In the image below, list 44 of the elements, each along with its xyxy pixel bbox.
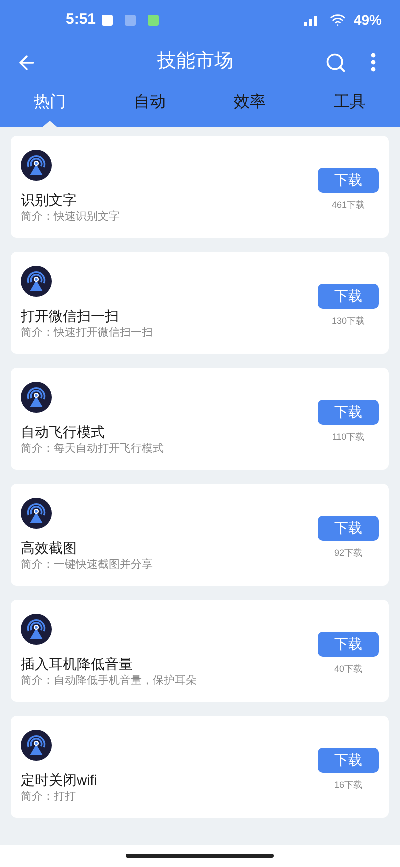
category-tab[interactable]: 效率 (200, 85, 300, 127)
skill-name: 插入耳机降低音量 (21, 654, 134, 672)
download-count: 130下载 (332, 314, 366, 328)
download-count: 110下载 (332, 430, 365, 444)
app-notification-icon (102, 14, 114, 26)
more-icon (371, 53, 376, 72)
skill-description: 简介：自动降低手机音量，保护耳朵 (21, 674, 198, 688)
skill-name: 定时关闭wifi (21, 770, 98, 788)
download-button[interactable]: 下载 (318, 632, 379, 657)
search-button[interactable] (325, 52, 347, 74)
broadcast-tower-icon (21, 614, 52, 644)
wifi-icon (330, 12, 346, 28)
download-count: 92下载 (334, 546, 362, 560)
download-button[interactable]: 下载 (318, 168, 379, 193)
status-time: 5:51 (66, 10, 96, 30)
skill-description: 简介：打打 (21, 790, 77, 804)
category-tab[interactable]: 热门 (0, 85, 100, 127)
category-tab[interactable]: 工具 (300, 85, 400, 127)
download-button[interactable]: 下载 (318, 516, 379, 541)
skill-description: 简介：每天自动打开飞行模式 (21, 442, 165, 456)
skill-description: 简介：快速识别文字 (21, 210, 121, 224)
broadcast-tower-icon (21, 730, 52, 760)
broadcast-tower-icon (21, 498, 52, 528)
download-count: 461下载 (332, 198, 366, 212)
skill-name: 自动飞行模式 (21, 422, 106, 440)
broadcast-tower-icon (21, 150, 52, 180)
skill-name: 识别文字 (21, 190, 78, 208)
download-button[interactable]: 下载 (318, 284, 379, 309)
download-count: 40下载 (334, 662, 362, 676)
download-count: 16下载 (334, 778, 362, 792)
category-tab[interactable]: 自动 (100, 85, 200, 127)
page-title: 技能市场 (156, 50, 234, 74)
app-badge-icon (148, 14, 160, 26)
skill-name: 高效截图 (21, 538, 78, 556)
more-menu-button[interactable] (371, 53, 376, 72)
battery-level: 49% (354, 10, 382, 30)
broadcast-tower-icon (21, 382, 52, 412)
download-button[interactable]: 下载 (318, 748, 379, 773)
skill-description: 简介：快速打开微信扫一扫 (21, 326, 154, 340)
skill-description: 简介：一键快速截图并分享 (21, 558, 154, 572)
search-icon (325, 52, 347, 74)
skill-name: 打开微信扫一扫 (21, 306, 120, 324)
broadcast-tower-icon (21, 266, 52, 296)
download-button[interactable]: 下载 (318, 400, 379, 425)
